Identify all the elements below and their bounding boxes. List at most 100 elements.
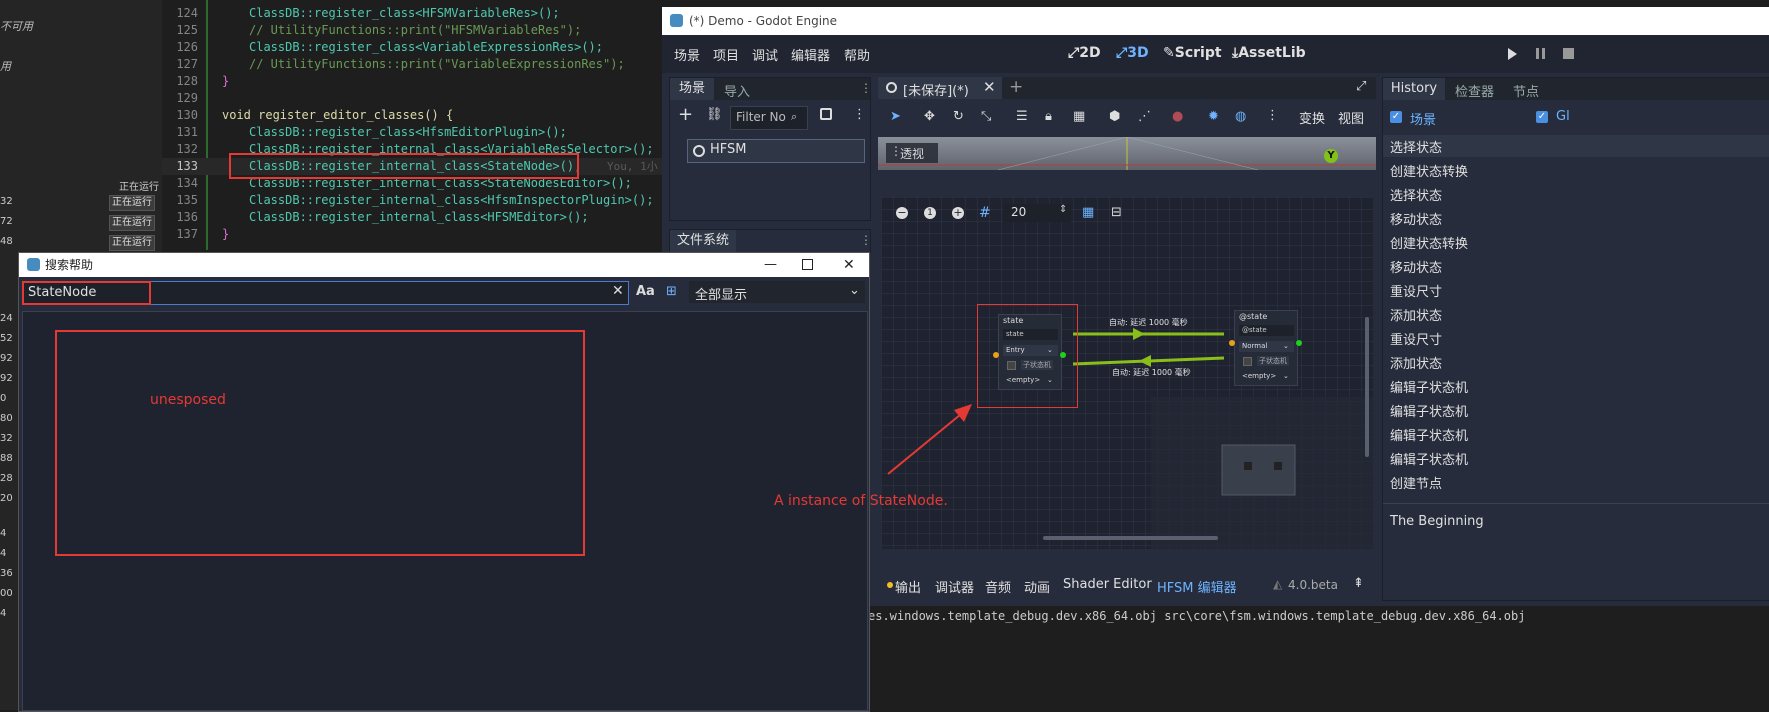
code-line[interactable]: 126 ClassDB::register_class<VariableExpre… xyxy=(162,39,662,56)
close-icon[interactable]: ✕ xyxy=(983,78,996,96)
add-node-icon[interactable]: + xyxy=(678,104,693,125)
select-icon[interactable]: ➤ xyxy=(890,109,901,124)
minimize-icon[interactable]: — xyxy=(764,253,777,277)
tab-debugger[interactable]: 调试器 xyxy=(935,577,974,596)
transition-label[interactable]: 自动: 延迟 1000 毫秒 xyxy=(1112,367,1191,378)
more-icon[interactable]: ⋮ xyxy=(1266,108,1279,123)
spin-arrows-icon[interactable]: ⇕ xyxy=(1059,204,1067,215)
input-port[interactable] xyxy=(1229,340,1235,346)
hfsm-graph[interactable]: − 1 + # 20 ⇕ ▦ ⊟ state state Entry ⌄ 子状态机… xyxy=(881,197,1373,549)
grid-snap-icon[interactable]: # xyxy=(979,205,991,221)
more-icon[interactable]: ⋮ xyxy=(860,233,872,247)
play-icon[interactable] xyxy=(1508,48,1517,60)
perspective-button[interactable]: ⋮ 透视 xyxy=(886,143,938,163)
checkbox-global-checked[interactable]: ✓ xyxy=(1536,111,1548,123)
3d-viewport[interactable]: ⋮ 透视 Y xyxy=(878,137,1376,170)
menu-help[interactable]: 帮助 xyxy=(844,45,870,64)
scale-icon[interactable]: ⤡ xyxy=(981,109,991,124)
code-line[interactable]: 128} xyxy=(162,73,662,90)
tab-output[interactable]: 输出 xyxy=(895,577,921,596)
minimap-icon[interactable]: ⊟ xyxy=(1111,205,1122,220)
history-item[interactable]: 编辑子状态机 xyxy=(1390,401,1468,420)
code-line[interactable]: 124 ClassDB::register_class<HFSMVariableR… xyxy=(162,5,662,22)
menu-transform[interactable]: 变换 xyxy=(1299,108,1325,127)
fullscreen-icon[interactable]: ⤢ xyxy=(1356,79,1366,94)
history-item-beginning[interactable]: The Beginning xyxy=(1390,514,1484,529)
visibility-icon[interactable]: ● xyxy=(1172,109,1183,124)
code-line[interactable]: 130 void register_editor_classes() { xyxy=(162,107,662,124)
history-item[interactable]: 创建状态转换 xyxy=(1390,233,1468,252)
workspace-3d[interactable]: ⤢3D xyxy=(1116,45,1149,61)
maximize-icon[interactable] xyxy=(802,259,813,270)
workspace-assetlib[interactable]: ⤓AssetLib xyxy=(1232,45,1306,61)
hierarchy-icon[interactable]: ⊞ xyxy=(666,284,677,299)
tab-hfsm-editor[interactable]: HFSM 编辑器 xyxy=(1157,577,1237,596)
add-script-icon[interactable] xyxy=(820,108,832,120)
code-line[interactable]: 136 ClassDB::register_internal_class<HFSM… xyxy=(162,209,662,226)
rotate-icon[interactable]: ↻ xyxy=(953,109,964,124)
sun-icon[interactable]: ✹ xyxy=(1208,109,1219,124)
workspace-script[interactable]: ✎Script xyxy=(1163,45,1222,61)
group-icon[interactable]: ▦ xyxy=(1073,109,1085,124)
tab-node[interactable]: 节点 xyxy=(1513,81,1539,100)
zoom-reset-icon[interactable]: 1 xyxy=(924,207,936,219)
snap-icon[interactable]: ⋰ xyxy=(1138,109,1151,124)
status-badge[interactable]: 正在运行 xyxy=(109,215,155,231)
history-item[interactable]: 重设尺寸 xyxy=(1390,329,1442,348)
code-line[interactable]: 131 ClassDB::register_class<HfsmEditorPlu… xyxy=(162,124,662,141)
link-icon[interactable]: ⛓ xyxy=(706,107,723,122)
tab-import[interactable]: 导入 xyxy=(724,81,750,100)
tab-shader-editor[interactable]: Shader Editor xyxy=(1063,577,1152,592)
grid-icon[interactable]: ▦ xyxy=(1082,205,1094,220)
close-icon[interactable]: ✕ xyxy=(843,253,855,277)
expand-panel-icon[interactable]: ⇞ xyxy=(1353,576,1364,591)
child-fsm-checkbox[interactable] xyxy=(1243,357,1252,366)
horizontal-scrollbar[interactable] xyxy=(1043,536,1218,540)
menu-debug[interactable]: 调试 xyxy=(752,45,778,64)
history-item[interactable]: 创建状态转换 xyxy=(1390,161,1468,180)
scene-tab[interactable]: [未保存](*) ✕ xyxy=(878,77,1002,99)
code-line[interactable]: 129 xyxy=(162,90,662,107)
snap-step-spinbox[interactable]: 20 ⇕ xyxy=(1003,204,1071,222)
output-port[interactable] xyxy=(1296,340,1302,346)
filter-nodes-input[interactable]: Filter No ⌕ xyxy=(730,106,808,130)
history-item[interactable]: 编辑子状态机 xyxy=(1390,449,1468,468)
state-node-normal[interactable]: @state @state Normal ⌄ 子状态机 <empty> ⌄ xyxy=(1234,310,1298,386)
tab-history[interactable]: History xyxy=(1383,78,1445,100)
code-line[interactable]: 135 ClassDB::register_internal_class<Hfsm… xyxy=(162,192,662,209)
history-item[interactable]: 添加状态 xyxy=(1390,305,1442,324)
zoom-out-icon[interactable]: − xyxy=(896,207,908,219)
status-badge[interactable]: 正在运行 xyxy=(109,235,155,251)
history-item[interactable]: 编辑子状态机 xyxy=(1390,425,1468,444)
list-icon[interactable]: ☰ xyxy=(1016,109,1028,124)
search-results[interactable]: unesposed xyxy=(22,311,868,711)
code-line[interactable]: 127// UtilityFunctions::print("VariableE… xyxy=(162,56,662,73)
node-name-input[interactable]: @state xyxy=(1239,325,1294,336)
workspace-2d[interactable]: ⤢2D xyxy=(1068,45,1101,61)
filter-select[interactable]: 全部显示 ⌄ xyxy=(689,281,865,303)
vertical-scrollbar[interactable] xyxy=(1365,317,1369,457)
gizmo-y-axis[interactable]: Y xyxy=(1324,149,1338,163)
tab-scene[interactable]: 场景 xyxy=(670,78,714,100)
history-item[interactable]: 移动状态 xyxy=(1390,257,1442,276)
history-item[interactable]: 创建节点 xyxy=(1390,473,1442,492)
case-sensitive-toggle[interactable]: Aa xyxy=(636,284,655,299)
history-item[interactable]: 选择状态 xyxy=(1390,137,1442,156)
tab-animation[interactable]: 动画 xyxy=(1024,577,1050,596)
menu-view[interactable]: 视图 xyxy=(1338,108,1364,127)
clear-icon[interactable]: ✕ xyxy=(612,283,624,299)
move-icon[interactable]: ✥ xyxy=(924,109,935,124)
stop-icon[interactable] xyxy=(1563,48,1574,59)
lock-icon[interactable]: 🔒︎ xyxy=(1045,109,1052,124)
history-item[interactable]: 编辑子状态机 xyxy=(1390,377,1468,396)
menu-scene[interactable]: 场景 xyxy=(674,45,700,64)
history-item[interactable]: 选择状态 xyxy=(1390,185,1442,204)
node-script-select[interactable]: <empty> ⌄ xyxy=(1239,371,1294,382)
code-line[interactable]: 137} xyxy=(162,226,662,243)
history-item[interactable]: 添加状态 xyxy=(1390,353,1442,372)
transition-label[interactable]: 自动: 延迟 1000 毫秒 xyxy=(1109,317,1188,328)
tab-inspector[interactable]: 检查器 xyxy=(1455,81,1494,100)
dialog-titlebar[interactable]: 搜索帮助 — ✕ xyxy=(19,253,869,277)
tab-filesystem[interactable]: 文件系统 xyxy=(670,230,736,252)
menu-project[interactable]: 项目 xyxy=(713,45,739,64)
